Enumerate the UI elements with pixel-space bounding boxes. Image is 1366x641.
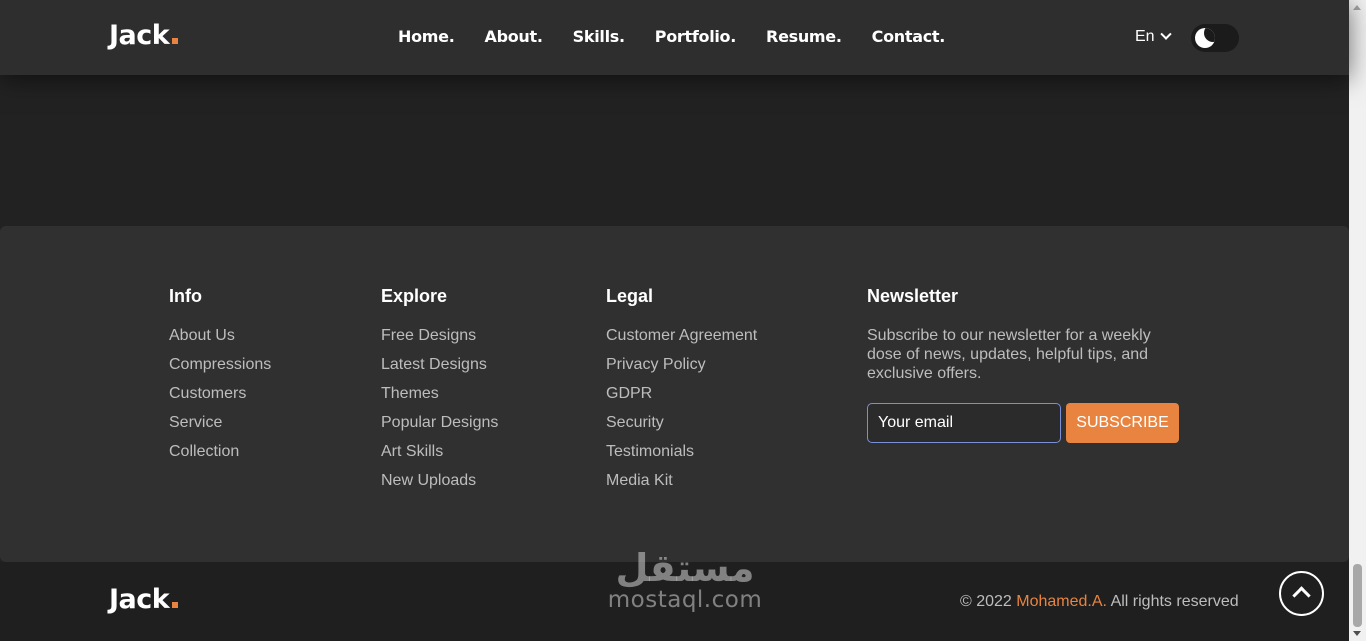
copyright: © 2022 Mohamed.A. All rights reserved bbox=[960, 593, 1239, 611]
logo-dot bbox=[172, 38, 179, 44]
nav-about[interactable]: About. bbox=[485, 27, 543, 46]
newsletter-form: SUBSCRIBE bbox=[867, 403, 1187, 443]
footer-link-new-uploads[interactable]: New Uploads bbox=[381, 472, 476, 489]
footer-logo[interactable]: Jack bbox=[109, 584, 179, 615]
footer-explore-column: Explore Free Designs Latest Designs Them… bbox=[381, 286, 498, 500]
footer-link-collection[interactable]: Collection bbox=[169, 443, 239, 460]
footer-link-gdpr[interactable]: GDPR bbox=[606, 385, 652, 402]
logo-text: Jack bbox=[109, 20, 170, 51]
list-item: Media Kit bbox=[606, 471, 757, 500]
newsletter-description: Subscribe to our newsletter for a weekly… bbox=[867, 327, 1151, 382]
footer-link-customer-agreement[interactable]: Customer Agreement bbox=[606, 327, 757, 344]
nav-skills[interactable]: Skills. bbox=[573, 27, 625, 46]
nav-portfolio[interactable]: Portfolio. bbox=[655, 27, 737, 46]
footer-link-media-kit[interactable]: Media Kit bbox=[606, 472, 673, 489]
author-link[interactable]: Mohamed.A. bbox=[1016, 593, 1107, 610]
footer-newsletter-title: Newsletter bbox=[867, 286, 959, 306]
list-item: Customers bbox=[169, 384, 271, 413]
footer-logo-text: Jack bbox=[109, 584, 170, 615]
language-label: En bbox=[1135, 28, 1155, 45]
mostaql-watermark: مستقل mostaql.com bbox=[600, 548, 770, 612]
list-item: Free Designs bbox=[381, 326, 498, 355]
moon-icon bbox=[1195, 28, 1215, 48]
footer-link-compressions[interactable]: Compressions bbox=[169, 356, 271, 373]
theme-toggle[interactable] bbox=[1191, 24, 1239, 52]
footer-link-themes[interactable]: Themes bbox=[381, 385, 439, 402]
footer: Info About Us Compressions Customers Ser… bbox=[0, 226, 1349, 562]
scroll-down-arrow-icon[interactable] bbox=[1353, 631, 1361, 636]
footer-link-testimonials[interactable]: Testimonials bbox=[606, 443, 694, 460]
scrollbar-thumb[interactable] bbox=[1353, 564, 1362, 627]
list-item: Privacy Policy bbox=[606, 355, 757, 384]
footer-info-title: Info bbox=[169, 286, 202, 306]
footer-link-service[interactable]: Service bbox=[169, 414, 222, 431]
copyright-suffix: All rights reserved bbox=[1110, 593, 1239, 610]
email-field[interactable] bbox=[867, 403, 1061, 443]
site-header: Jack Home. About. Skills. Portfolio. Res… bbox=[0, 0, 1349, 75]
chevron-up-icon bbox=[1292, 586, 1311, 605]
logo[interactable]: Jack bbox=[109, 20, 179, 51]
list-item: Security bbox=[606, 413, 757, 442]
logo-dot bbox=[172, 602, 179, 608]
list-item: Themes bbox=[381, 384, 498, 413]
footer-explore-title: Explore bbox=[381, 286, 448, 306]
bottom-bar: Jack مستقل mostaql.com © 2022 Mohamed.A.… bbox=[0, 548, 1349, 641]
chevron-down-icon bbox=[1159, 28, 1172, 40]
footer-link-free-designs[interactable]: Free Designs bbox=[381, 327, 476, 344]
watermark-latin: mostaql.com bbox=[607, 587, 763, 613]
footer-link-latest-designs[interactable]: Latest Designs bbox=[381, 356, 487, 373]
footer-link-privacy-policy[interactable]: Privacy Policy bbox=[606, 356, 706, 373]
list-item: Compressions bbox=[169, 355, 271, 384]
page-scrollbar[interactable] bbox=[1349, 0, 1366, 641]
footer-legal-title: Legal bbox=[606, 286, 654, 306]
list-item: GDPR bbox=[606, 384, 757, 413]
scroll-up-arrow-icon[interactable] bbox=[1353, 5, 1361, 10]
copyright-prefix: © 2022 bbox=[960, 593, 1012, 610]
nav-contact[interactable]: Contact. bbox=[872, 27, 946, 46]
footer-link-art-skills[interactable]: Art Skills bbox=[381, 443, 443, 460]
main-nav: Home. About. Skills. Portfolio. Resume. … bbox=[398, 27, 975, 46]
footer-link-popular-designs[interactable]: Popular Designs bbox=[381, 414, 498, 431]
list-item: Customer Agreement bbox=[606, 326, 757, 355]
nav-resume[interactable]: Resume. bbox=[766, 27, 842, 46]
footer-newsletter-column: Newsletter Subscribe to our newsletter f… bbox=[867, 286, 1187, 443]
list-item: New Uploads bbox=[381, 471, 498, 500]
footer-link-about-us[interactable]: About Us bbox=[169, 327, 235, 344]
list-item: Testimonials bbox=[606, 442, 757, 471]
list-item: Latest Designs bbox=[381, 355, 498, 384]
footer-legal-column: Legal Customer Agreement Privacy Policy … bbox=[606, 286, 757, 500]
footer-info-column: Info About Us Compressions Customers Ser… bbox=[169, 286, 271, 471]
scroll-to-top-button[interactable] bbox=[1279, 571, 1324, 616]
footer-link-customers[interactable]: Customers bbox=[169, 385, 246, 402]
list-item: Art Skills bbox=[381, 442, 498, 471]
list-item: Service bbox=[169, 413, 271, 442]
list-item: Popular Designs bbox=[381, 413, 498, 442]
language-selector[interactable]: En bbox=[1135, 28, 1172, 46]
list-item: About Us bbox=[169, 326, 271, 355]
list-item: Collection bbox=[169, 442, 271, 471]
subscribe-button[interactable]: SUBSCRIBE bbox=[1066, 403, 1179, 443]
footer-link-security[interactable]: Security bbox=[606, 414, 664, 431]
watermark-arabic: مستقل bbox=[615, 546, 755, 590]
nav-home[interactable]: Home. bbox=[398, 27, 455, 46]
